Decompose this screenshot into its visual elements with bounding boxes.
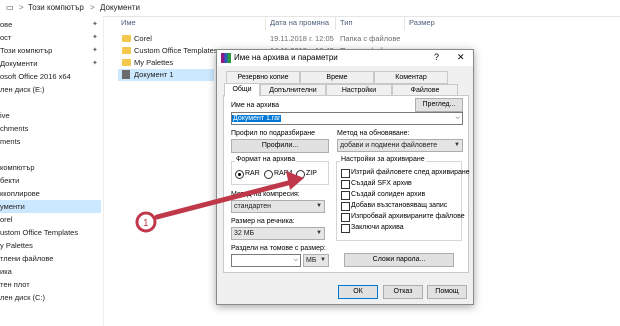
annotation-arrow-shaft bbox=[154, 179, 295, 220]
step-marker-number: 1 bbox=[143, 218, 149, 229]
annotation-overlay: 1 bbox=[135, 171, 304, 233]
tab-general[interactable]: Общи bbox=[224, 83, 260, 97]
annotation-arrow-head bbox=[286, 171, 304, 190]
